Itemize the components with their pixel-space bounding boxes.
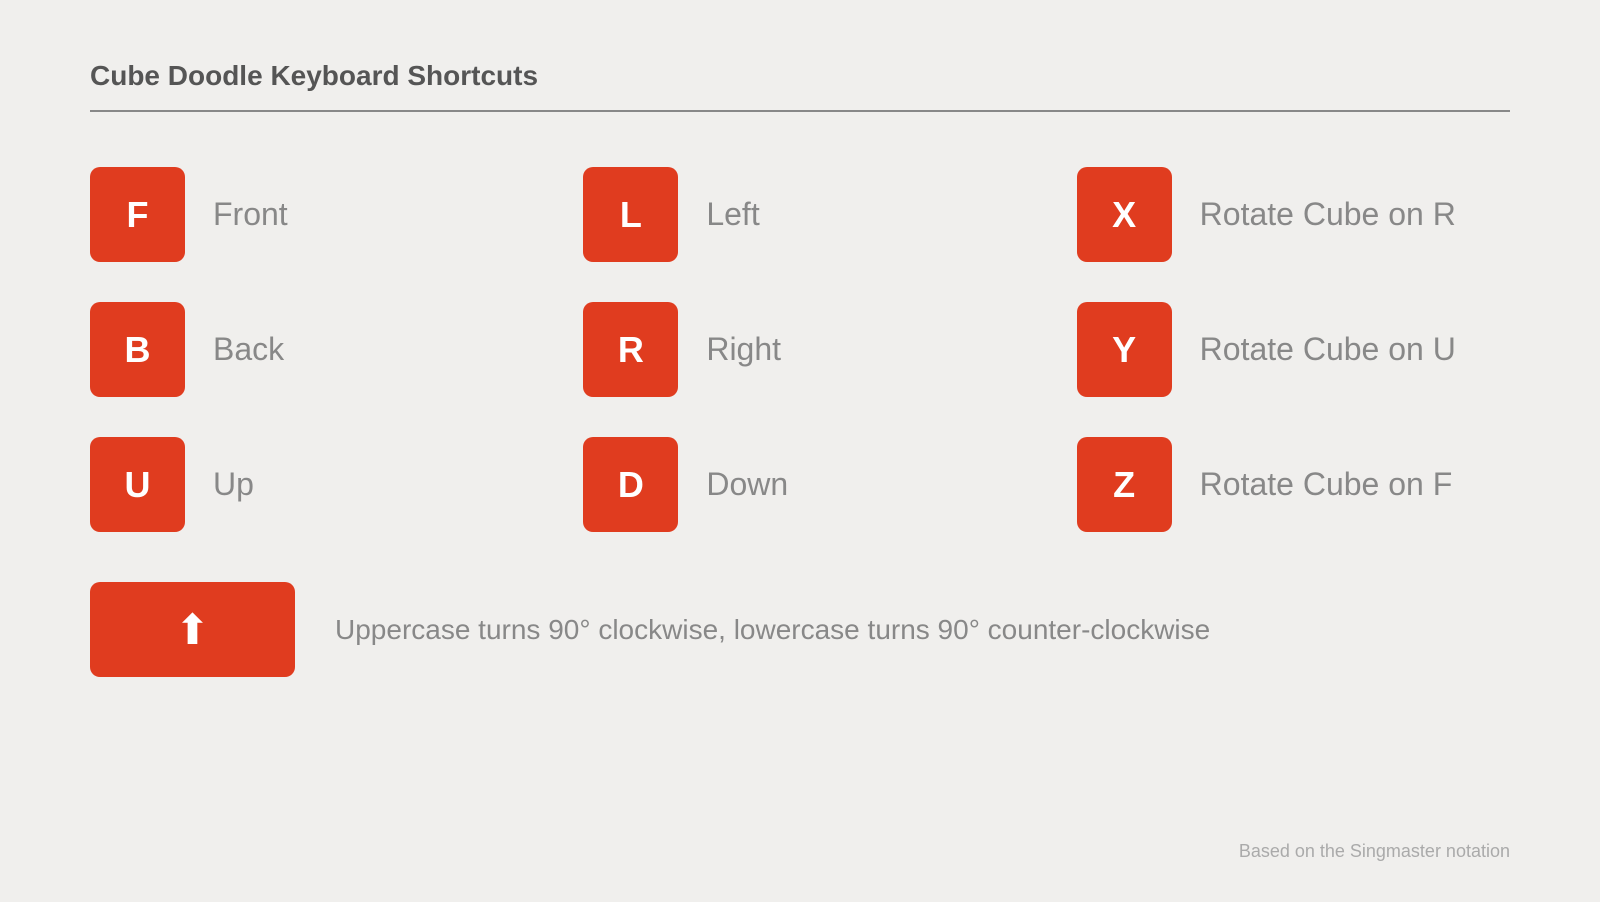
- key-badge-y: Y: [1077, 302, 1172, 397]
- key-letter-d: D: [618, 464, 644, 506]
- shortcut-label-rotate-r: Rotate Cube on R: [1200, 196, 1456, 233]
- shortcut-label-back: Back: [213, 331, 284, 368]
- key-letter-f: F: [127, 194, 149, 236]
- key-letter-u: U: [125, 464, 151, 506]
- shortcut-label-rotate-f: Rotate Cube on F: [1200, 466, 1453, 503]
- key-letter-x: X: [1112, 194, 1136, 236]
- shortcut-item-u: U Up: [90, 437, 523, 532]
- page-title: Cube Doodle Keyboard Shortcuts: [90, 60, 1510, 92]
- shortcut-item-r: R Right: [583, 302, 1016, 397]
- key-badge-r: R: [583, 302, 678, 397]
- shortcut-item-l: L Left: [583, 167, 1016, 262]
- shortcut-item-b: B Back: [90, 302, 523, 397]
- key-badge-x: X: [1077, 167, 1172, 262]
- footer-row: ⬆ Uppercase turns 90° clockwise, lowerca…: [90, 582, 1510, 677]
- shortcut-label-up: Up: [213, 466, 254, 503]
- shortcut-item-z: Z Rotate Cube on F: [1077, 437, 1510, 532]
- shift-key-badge: ⬆: [90, 582, 295, 677]
- shortcut-label-down: Down: [706, 466, 788, 503]
- key-letter-r: R: [618, 329, 644, 371]
- shortcut-item-y: Y Rotate Cube on U: [1077, 302, 1510, 397]
- key-badge-z: Z: [1077, 437, 1172, 532]
- key-badge-u: U: [90, 437, 185, 532]
- key-letter-y: Y: [1112, 329, 1136, 371]
- shortcut-item-d: D Down: [583, 437, 1016, 532]
- key-badge-b: B: [90, 302, 185, 397]
- shortcut-label-right: Right: [706, 331, 781, 368]
- key-letter-z: Z: [1113, 464, 1135, 506]
- key-badge-d: D: [583, 437, 678, 532]
- key-badge-l: L: [583, 167, 678, 262]
- up-arrow-icon: ⬆: [175, 605, 210, 654]
- key-letter-b: B: [125, 329, 151, 371]
- footer-note: Uppercase turns 90° clockwise, lowercase…: [335, 614, 1210, 646]
- footnote: Based on the Singmaster notation: [90, 821, 1510, 862]
- divider: [90, 110, 1510, 112]
- shortcut-item-x: X Rotate Cube on R: [1077, 167, 1510, 262]
- shortcut-label-left: Left: [706, 196, 759, 233]
- shortcut-label-front: Front: [213, 196, 288, 233]
- shortcut-item-f: F Front: [90, 167, 523, 262]
- key-badge-f: F: [90, 167, 185, 262]
- shortcut-label-rotate-u: Rotate Cube on U: [1200, 331, 1456, 368]
- shortcuts-grid: F Front L Left X Rotate Cube on R B Back…: [90, 167, 1510, 532]
- key-letter-l: L: [620, 194, 642, 236]
